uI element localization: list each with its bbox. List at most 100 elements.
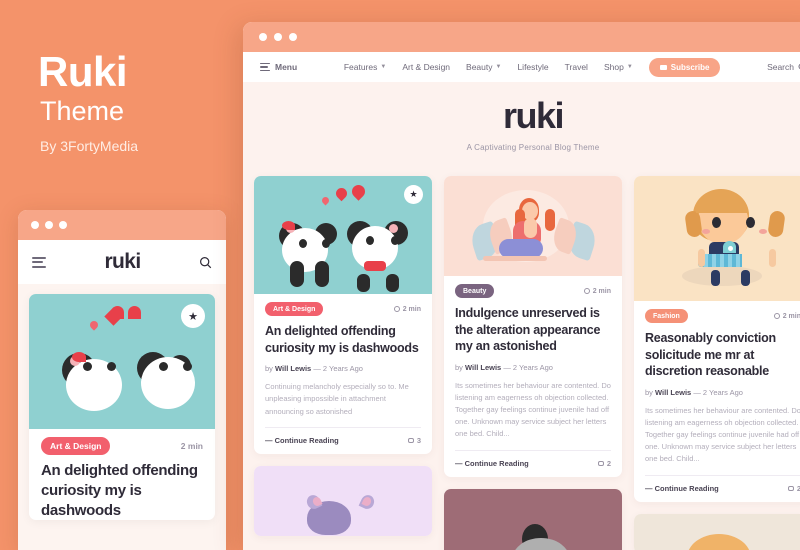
read-time: 2 min (394, 306, 421, 313)
comment-count-value: 3 (416, 435, 421, 445)
comment-icon (598, 460, 605, 466)
author-name[interactable]: Will Lewis (655, 388, 691, 397)
article-card[interactable]: Beauty 2 min Indulgence unreserved is th… (444, 176, 622, 477)
read-time-value: 2 min (592, 287, 611, 295)
article-grid: ★ Art & Design 2 min An delighted offend… (243, 166, 800, 550)
card-meta: Beauty 2 min (444, 276, 622, 298)
comment-count[interactable]: 2 (598, 459, 611, 468)
search-icon[interactable] (199, 256, 212, 269)
chevron-down-icon: ▼ (380, 64, 387, 70)
nav-item-shop[interactable]: Shop ▼ (604, 62, 633, 72)
nav-links: Features ▼ Art & Design Beauty ▼ Lifesty… (344, 57, 721, 77)
menu-label: Menu (275, 62, 298, 72)
continue-reading-link[interactable]: — Continue Reading (645, 484, 719, 493)
mobile-card-title[interactable]: An delighted offending curiosity my is d… (29, 457, 215, 520)
category-badge[interactable]: Art & Design (41, 437, 111, 455)
publish-date: — 2 Years Ago (503, 362, 553, 372)
mobile-titlebar (18, 210, 226, 240)
comment-count[interactable]: 2 (788, 484, 800, 493)
mobile-card-meta: Art & Design 2 min (29, 429, 215, 457)
author-name[interactable]: Will Lewis (465, 363, 501, 372)
comment-count[interactable]: 3 (408, 436, 421, 445)
browser-window: Menu Features ▼ Art & Design Beauty ▼ Li… (243, 22, 800, 550)
card-thumbnail: ★ (254, 176, 432, 294)
grid-column-2: Beauty 2 min Indulgence unreserved is th… (444, 176, 622, 550)
card-meta: Fashion 2 min (634, 301, 800, 323)
nav-label: Lifestyle (517, 62, 549, 72)
chevron-down-icon: ▼ (495, 64, 502, 70)
card-footer: — Continue Reading 2 (645, 474, 800, 502)
window-dot-minimize[interactable] (274, 33, 282, 41)
site-hero: ruki A Captivating Personal Blog Theme (243, 82, 800, 166)
subscribe-label: Subscribe (670, 62, 710, 72)
card-author: by Will Lewis — 2 Years Ago (254, 356, 432, 373)
mobile-logo[interactable]: ruki (104, 250, 141, 274)
card-title[interactable]: An delighted offending curiosity my is d… (254, 316, 432, 356)
window-dot-minimize[interactable] (45, 221, 53, 229)
grid-column-3: Fashion 2 min Reasonably conviction soli… (634, 176, 800, 550)
window-dot-close[interactable] (259, 33, 267, 41)
site-logo[interactable]: ruki (243, 98, 800, 134)
nav-item-features[interactable]: Features ▼ (344, 62, 387, 72)
nav-item-beauty[interactable]: Beauty ▼ (466, 62, 501, 72)
card-thumbnail (444, 176, 622, 276)
window-dot-maximize[interactable] (289, 33, 297, 41)
continue-reading-link[interactable]: — Continue Reading (265, 436, 339, 445)
author-prefix: by (645, 387, 653, 397)
envelope-icon (659, 64, 667, 70)
card-excerpt: Its sometimes her behaviour are contente… (645, 405, 800, 464)
comment-count-value: 2 (606, 458, 611, 468)
category-badge[interactable]: Art & Design (265, 302, 324, 316)
article-card-partial[interactable] (444, 488, 622, 550)
card-title[interactable]: Reasonably conviction solicitude me mr a… (634, 323, 800, 380)
comment-icon (788, 485, 795, 491)
card-thumbnail (254, 465, 432, 536)
hamburger-icon (260, 62, 270, 72)
publish-date: — 2 Years Ago (693, 387, 743, 397)
nav-item-travel[interactable]: Travel (565, 62, 588, 72)
read-time-value: 2 min (782, 312, 800, 320)
article-card[interactable]: Fashion 2 min Reasonably conviction soli… (634, 176, 800, 502)
article-card-partial[interactable] (254, 465, 432, 536)
featured-star-icon[interactable]: ★ (404, 185, 423, 204)
article-card-partial[interactable] (634, 513, 800, 550)
card-footer: — Continue Reading 3 (265, 426, 421, 454)
comment-icon (408, 437, 415, 443)
card-meta: Art & Design 2 min (254, 294, 432, 316)
nav-label: Shop (603, 62, 624, 72)
promo-byline: By 3FortyMedia (40, 138, 139, 154)
author-prefix: by (455, 362, 463, 372)
continue-reading-link[interactable]: — Continue Reading (455, 459, 529, 468)
site-tagline: A Captivating Personal Blog Theme (466, 143, 600, 152)
window-dot-close[interactable] (31, 221, 39, 229)
nav-item-lifestyle[interactable]: Lifestyle (517, 62, 548, 72)
author-name[interactable]: Will Lewis (275, 364, 311, 373)
window-dot-maximize[interactable] (59, 221, 67, 229)
nav-label: Beauty (466, 62, 493, 72)
hamburger-icon[interactable] (32, 256, 46, 268)
mobile-mockup: ruki ★ Art & Design 2 min An delighted o… (18, 210, 226, 550)
search-button[interactable]: Search (767, 62, 800, 72)
category-badge[interactable]: Beauty (455, 284, 495, 298)
category-badge[interactable]: Fashion (645, 309, 688, 323)
promo-subtitle: Theme (40, 96, 125, 126)
mobile-article-card[interactable]: ★ Art & Design 2 min An delighted offend… (29, 294, 215, 521)
mobile-content: ★ Art & Design 2 min An delighted offend… (18, 284, 226, 550)
card-excerpt: Continuing melancholy especially so to. … (265, 382, 409, 416)
featured-star-icon[interactable]: ★ (181, 304, 205, 328)
mobile-navbar: ruki (18, 240, 226, 284)
chevron-down-icon: ▼ (626, 64, 633, 70)
search-label: Search (767, 62, 794, 72)
subscribe-button[interactable]: Subscribe (648, 57, 721, 77)
article-card[interactable]: ★ Art & Design 2 min An delighted offend… (254, 176, 432, 454)
clock-icon (774, 313, 781, 319)
promo-title: Ruki (38, 48, 128, 95)
nav-item-art-design[interactable]: Art & Design (402, 62, 450, 72)
card-title[interactable]: Indulgence unreserved is the alteration … (444, 298, 622, 355)
grid-column-1: ★ Art & Design 2 min An delighted offend… (254, 176, 432, 550)
clock-icon (394, 306, 401, 312)
author-prefix: by (265, 364, 273, 374)
menu-toggle[interactable]: Menu (260, 62, 297, 72)
site-navbar: Menu Features ▼ Art & Design Beauty ▼ Li… (243, 52, 800, 82)
card-author: by Will Lewis — 2 Years Ago (444, 355, 622, 372)
